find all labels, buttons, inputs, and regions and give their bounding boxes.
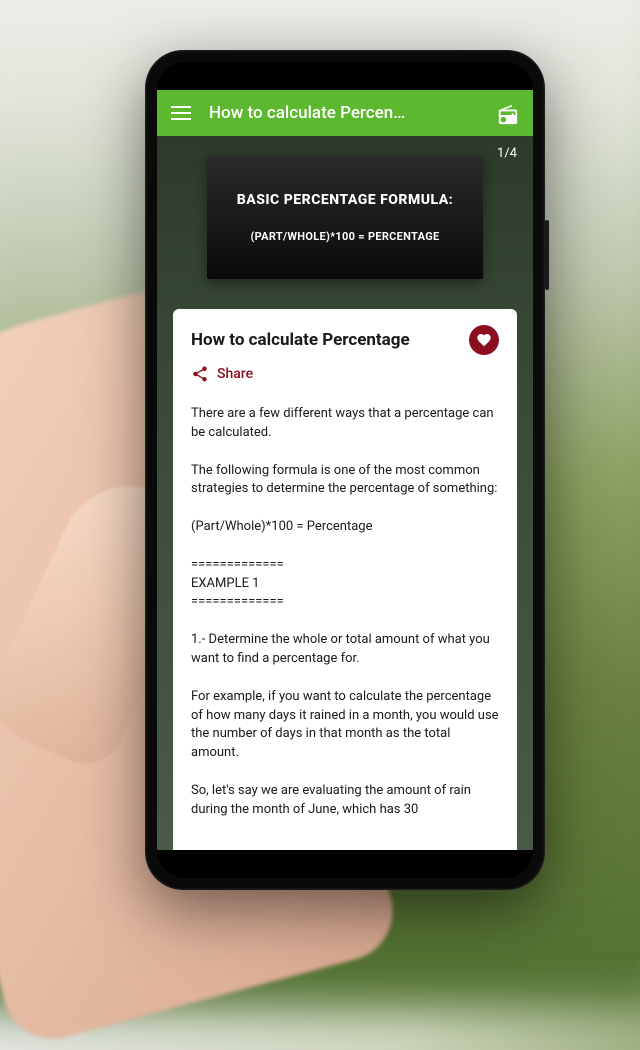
- phone-frame: How to calculate Percen… 1/4 BASIC PERCE…: [145, 50, 545, 890]
- hero-section: 1/4 BASIC PERCENTAGE FORMULA: (PART/WHOL…: [157, 136, 533, 309]
- article-body: There are a few different ways that a pe…: [191, 405, 499, 820]
- formula-text: (PART/WHOLE)*100 = PERCENTAGE: [227, 230, 463, 243]
- favorite-button[interactable]: [469, 325, 499, 355]
- radio-icon[interactable]: [497, 104, 519, 122]
- page-counter: 1/4: [497, 146, 517, 161]
- formula-card[interactable]: BASIC PERCENTAGE FORMULA: (PART/WHOLE)*1…: [207, 156, 483, 279]
- share-button[interactable]: Share: [191, 365, 499, 383]
- heart-icon: [476, 332, 492, 348]
- share-label: Share: [217, 366, 253, 382]
- app-bar-title: How to calculate Percen…: [209, 103, 479, 123]
- app-bar: How to calculate Percen…: [157, 90, 533, 136]
- share-icon: [191, 365, 209, 383]
- article-title: How to calculate Percentage: [191, 330, 410, 350]
- app-screen: How to calculate Percen… 1/4 BASIC PERCE…: [157, 90, 533, 850]
- content-card: How to calculate Percentage Share There …: [173, 309, 517, 850]
- menu-icon[interactable]: [171, 106, 191, 120]
- phone-side-button: [545, 220, 549, 290]
- formula-title: BASIC PERCENTAGE FORMULA:: [227, 192, 463, 208]
